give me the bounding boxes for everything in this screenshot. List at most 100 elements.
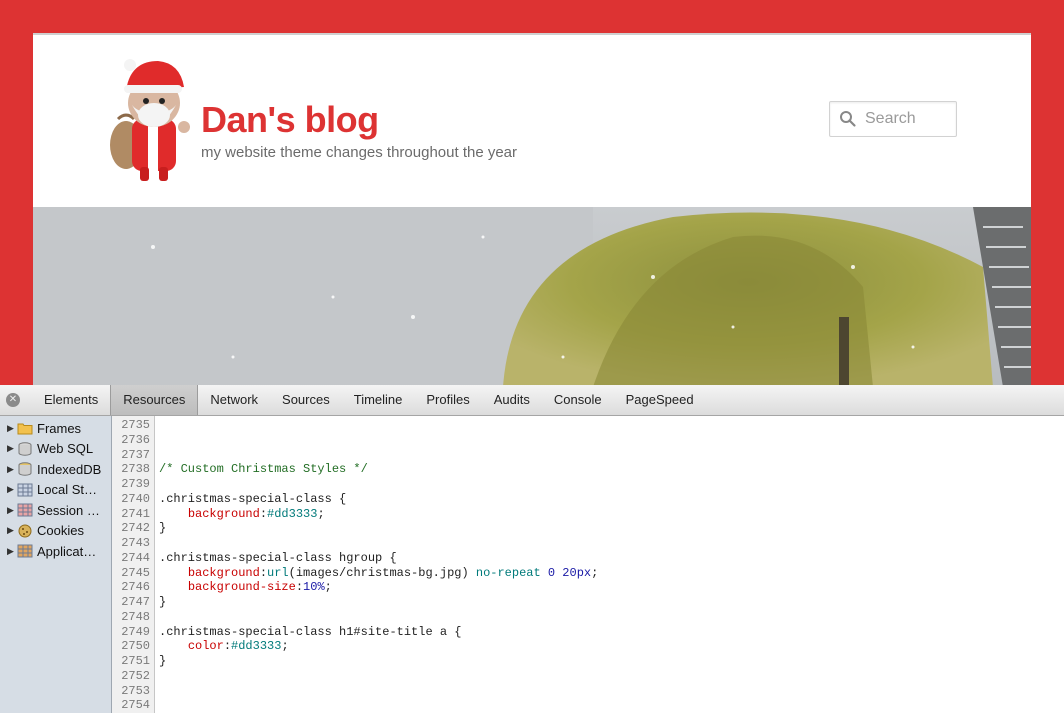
line-number: 2743 bbox=[121, 536, 150, 550]
line-number: 2754 bbox=[121, 698, 150, 713]
database-icon bbox=[17, 442, 33, 456]
code-line: } bbox=[159, 595, 598, 610]
line-number: 2741 bbox=[121, 506, 150, 521]
tab-audits[interactable]: Audits bbox=[482, 385, 542, 415]
code-token: .christmas-special-class { bbox=[159, 491, 347, 506]
grid-icon bbox=[17, 483, 33, 497]
line-number: 2739 bbox=[121, 477, 150, 491]
line-number: 2753 bbox=[121, 683, 150, 698]
line-number: 2738 bbox=[121, 462, 150, 477]
code-line: } bbox=[159, 521, 598, 536]
sidebar-item-web-sql[interactable]: ▶ Web SQL bbox=[0, 439, 111, 460]
code-token: (images/christmas-bg.jpg) bbox=[288, 565, 476, 580]
code-token: url bbox=[267, 565, 289, 580]
code-token: background bbox=[187, 565, 260, 580]
tab-timeline[interactable]: Timeline bbox=[342, 385, 415, 415]
line-number-gutter: 2735 2736 2737 2738 2739 2740 2741 2742 2743 2744… bbox=[112, 416, 155, 713]
tab-console[interactable]: Console bbox=[542, 385, 614, 415]
line-number: 2742 bbox=[121, 521, 150, 536]
sidebar-item-indexeddb[interactable]: ▶ IndexedDB bbox=[0, 459, 111, 480]
sidebar-item-local-st[interactable]: ▶ Local St… bbox=[0, 480, 111, 501]
tab-profiles[interactable]: Profiles bbox=[414, 385, 481, 415]
code-token: #dd3333 bbox=[267, 506, 318, 521]
sidebar-item-cookies[interactable]: ▶ Cookies bbox=[0, 521, 111, 542]
code-line: /* Custom Christmas Styles */ bbox=[159, 462, 598, 477]
code-token: ; bbox=[324, 580, 332, 595]
disclosure-triangle-icon[interactable]: ▶ bbox=[7, 423, 15, 434]
code-line: background-size:10%; bbox=[159, 580, 598, 595]
code-token: : bbox=[259, 506, 268, 521]
sidebar-item-label: Session … bbox=[37, 502, 100, 518]
tab-pagespeed[interactable]: PageSpeed bbox=[614, 385, 706, 415]
line-number: 2737 bbox=[121, 447, 150, 462]
devtools-toolbar: ✕ Elements Resources Network Sources Timelin… bbox=[0, 385, 1064, 416]
line-number: 2749 bbox=[121, 624, 150, 639]
code-token: } bbox=[159, 654, 167, 668]
code-token: } bbox=[159, 595, 167, 609]
close-devtools-icon[interactable]: ✕ bbox=[6, 393, 20, 407]
code-token: .christmas-special-class hgroup { bbox=[159, 550, 397, 565]
code-line: background:#dd3333; bbox=[159, 507, 598, 522]
tab-sources[interactable]: Sources bbox=[270, 385, 342, 415]
disclosure-triangle-icon[interactable]: ▶ bbox=[7, 464, 15, 475]
code-token: background-size bbox=[187, 580, 296, 595]
disclosure-triangle-icon[interactable]: ▶ bbox=[7, 525, 15, 536]
code-token: : bbox=[259, 565, 268, 580]
code-line: .christmas-special-class hgroup { bbox=[159, 551, 598, 566]
code-token: 0 bbox=[547, 565, 556, 580]
santa-logo-icon[interactable] bbox=[108, 57, 198, 183]
code-line: color:#dd3333; bbox=[159, 639, 598, 654]
code-line: background:url(images/christmas-bg.jpg) … bbox=[159, 565, 599, 581]
database-icon bbox=[17, 462, 33, 476]
grid-icon bbox=[17, 544, 33, 558]
devtools-panel: ✕ Elements Resources Network Sources Timelin… bbox=[0, 385, 1064, 713]
search-input[interactable] bbox=[863, 109, 955, 129]
disclosure-triangle-icon[interactable]: ▶ bbox=[7, 505, 15, 516]
code-token: : bbox=[295, 580, 304, 595]
line-number: 2735 bbox=[121, 418, 150, 432]
resources-sidebar: ▶ Frames ▶ Web SQL ▶ IndexedDB ▶ Local St… ▶ Sess… bbox=[0, 416, 112, 713]
code-content[interactable]: /* Custom Christmas Styles */ .christmas… bbox=[155, 416, 598, 713]
code-token: 10% bbox=[303, 580, 325, 595]
sidebar-item-frames[interactable]: ▶ Frames bbox=[0, 418, 111, 439]
search-box[interactable] bbox=[829, 101, 957, 137]
tab-elements[interactable]: Elements bbox=[32, 385, 110, 415]
line-number: 2736 bbox=[121, 432, 150, 447]
line-number: 2740 bbox=[121, 491, 150, 506]
code-token: ; bbox=[317, 506, 325, 521]
code-token: ; bbox=[591, 565, 599, 580]
sidebar-item-label: Frames bbox=[37, 420, 82, 436]
source-editor[interactable]: 2735 2736 2737 2738 2739 2740 2741 2742 2743 2744… bbox=[112, 416, 1064, 713]
cookie-icon bbox=[17, 524, 33, 538]
search-icon bbox=[840, 111, 856, 127]
sidebar-item-applicat[interactable]: ▶ Applicat… bbox=[0, 541, 111, 562]
tab-network[interactable]: Network bbox=[198, 385, 270, 415]
code-token: ; bbox=[281, 639, 289, 654]
disclosure-triangle-icon[interactable]: ▶ bbox=[7, 443, 15, 454]
sidebar-item-session[interactable]: ▶ Session … bbox=[0, 500, 111, 521]
sidebar-item-label: IndexedDB bbox=[37, 461, 102, 477]
disclosure-triangle-icon[interactable]: ▶ bbox=[7, 546, 15, 557]
sidebar-item-label: Web SQL bbox=[37, 441, 94, 457]
code-token: 20px bbox=[562, 565, 592, 580]
line-number: 2750 bbox=[121, 639, 150, 654]
code-token: } bbox=[159, 521, 167, 536]
tab-resources[interactable]: Resources bbox=[110, 385, 199, 415]
sidebar-item-label: Local St… bbox=[37, 482, 97, 498]
site-title[interactable]: Dan's blog bbox=[201, 99, 379, 141]
disclosure-triangle-icon[interactable]: ▶ bbox=[7, 484, 15, 495]
code-token: no-repeat bbox=[475, 565, 541, 580]
